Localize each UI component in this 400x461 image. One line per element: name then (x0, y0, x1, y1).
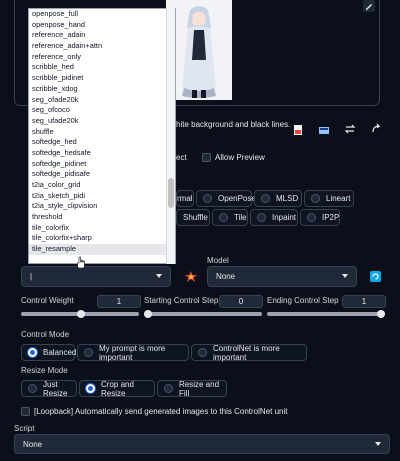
radio (311, 194, 320, 203)
end-step-input[interactable]: 1 (342, 295, 386, 308)
end-step-label: Ending Control Step (267, 296, 339, 305)
dropdown-item[interactable]: t2ia_style_clipvision (29, 201, 175, 212)
control-weight-slider[interactable] (21, 310, 139, 318)
slider-thumb[interactable] (77, 310, 85, 318)
radio (198, 348, 207, 357)
edit-button[interactable] (363, 0, 375, 12)
dropdown-scrollbar[interactable] (166, 8, 175, 264)
slider-thumb[interactable] (377, 310, 385, 318)
explosion-icon[interactable] (185, 271, 197, 283)
scrollbar-thumb[interactable] (168, 178, 174, 208)
camera-icon[interactable] (318, 124, 330, 136)
chevron-down-icon (342, 274, 348, 278)
chevron-down-icon (156, 274, 162, 278)
start-step-slider[interactable] (144, 310, 262, 318)
dropdown-item[interactable]: tile_resample (29, 244, 175, 255)
dropdown-item[interactable]: scribble_xdog (29, 84, 175, 95)
dropdown-item[interactable]: t2ia_sketch_pidi (29, 191, 175, 202)
allow-preview-checkbox[interactable] (202, 153, 211, 162)
document-icon[interactable] (292, 124, 304, 136)
preprocessor-dropdown-list[interactable]: openpose_full openpose_hand reference_adai… (28, 8, 176, 264)
slider-thumb[interactable] (144, 310, 152, 318)
control-weight-label: Control Weight (21, 296, 74, 305)
preprocessor-select[interactable]: | (21, 266, 171, 287)
radio (219, 213, 228, 222)
dropdown-item[interactable]: tile_colorfix (29, 223, 175, 234)
swap-arrows-icon[interactable] (344, 123, 356, 135)
dropdown-item[interactable]: softedge_hedsafe (29, 148, 175, 159)
radio (28, 384, 37, 393)
dropdown-item[interactable]: seg_ofcoco (29, 105, 175, 116)
radio (307, 213, 316, 222)
control-type-mlsd[interactable]: MLSD (254, 190, 302, 207)
start-step-label: Starting Control Step (144, 296, 219, 305)
dropdown-item[interactable]: softedge_pidinet (29, 159, 175, 170)
control-mode-controlnet[interactable]: ControlNet is more important (191, 344, 307, 362)
dropdown-item[interactable]: openpose_full (29, 9, 175, 20)
loopback-checkbox[interactable] (21, 407, 30, 416)
hand-cursor-icon (76, 256, 86, 269)
dropdown-item[interactable]: scribble_hed (29, 62, 175, 73)
dropdown-item[interactable]: seg_ufade20k (29, 116, 175, 127)
dropdown-item[interactable]: t2ia_color_grid (29, 180, 175, 191)
end-step-slider[interactable] (267, 310, 385, 318)
image-hint-text: hite background and black lines. (176, 120, 291, 129)
radio-selected (28, 348, 37, 357)
dropdown-item[interactable]: tile_colorfix+sharp (29, 233, 175, 244)
dropdown-item[interactable]: softedge_hed (29, 137, 175, 148)
control-mode-label: Control Mode (21, 330, 70, 339)
control-weight-input[interactable]: 1 (97, 295, 141, 308)
dropdown-item[interactable]: shuffle (29, 127, 175, 138)
model-select[interactable]: None (207, 266, 357, 287)
allow-preview-label: Allow Preview (215, 153, 265, 162)
pencil-icon (366, 4, 372, 10)
radio (261, 194, 270, 203)
resize-mode-crop-and-resize[interactable]: Crop and Resize (79, 380, 155, 398)
dropdown-item[interactable]: openpose_hand (29, 20, 175, 31)
control-type-lineart[interactable]: Lineart (304, 190, 354, 207)
control-mode-balanced[interactable]: Balanced (21, 344, 76, 361)
refresh-icon (372, 273, 379, 280)
dropdown-item[interactable]: seg_ofade20k (29, 95, 175, 106)
dropdown-item[interactable]: softedge_pidisafe (29, 169, 175, 180)
script-select[interactable]: None (14, 434, 390, 454)
control-type-normal[interactable]: rmal (176, 190, 194, 207)
dropdown-item[interactable]: scribble_pidinet (29, 73, 175, 84)
dropdown-item[interactable]: reference_adain (29, 30, 175, 41)
radio (84, 348, 93, 357)
resize-mode-just-resize[interactable]: Just Resize (21, 380, 77, 398)
resize-mode-label: Resize Mode (21, 366, 68, 375)
radio (203, 194, 212, 203)
chevron-down-icon (375, 442, 381, 446)
refresh-button[interactable] (370, 271, 381, 282)
rotate-icon[interactable] (370, 123, 382, 135)
start-step-input[interactable]: 0 (219, 295, 263, 308)
radio (164, 384, 173, 393)
control-type-shuffle[interactable]: Shuffle (176, 209, 210, 226)
radio (257, 213, 266, 222)
dropdown-item[interactable]: reference_only (29, 52, 175, 63)
control-type-inpaint[interactable]: Inpaint (250, 209, 298, 226)
dropdown-item[interactable]: reference_adain+attn (29, 41, 175, 52)
control-type-tile[interactable]: Tile (212, 209, 248, 226)
select-option-label[interactable]: ect (176, 153, 187, 162)
radio-selected (86, 384, 95, 393)
resize-mode-resize-and-fill[interactable]: Resize and Fill (157, 380, 227, 398)
model-label: Model (207, 256, 229, 265)
script-label: Script (14, 424, 35, 433)
control-type-openpose[interactable]: OpenPose (196, 190, 256, 207)
loopback-label: [Loopback] Automatically send generated … (34, 407, 288, 416)
dropdown-item[interactable]: threshold (29, 212, 175, 223)
control-mode-prompt[interactable]: My prompt is more important (77, 344, 189, 362)
control-type-ip2p[interactable]: IP2P (300, 209, 340, 226)
